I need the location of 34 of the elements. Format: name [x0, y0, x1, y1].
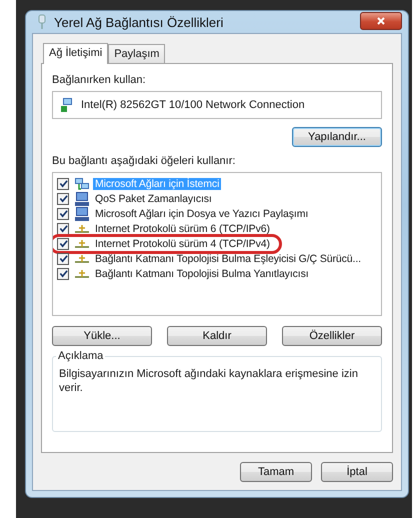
network-client-icon — [74, 176, 90, 192]
checkbox[interactable] — [57, 268, 69, 280]
network-adapter-icon — [59, 97, 75, 113]
close-icon — [376, 16, 386, 26]
list-item[interactable]: Bağlantı Katmanı Topolojisi Bulma Yanıtlayıcısı — [93, 268, 311, 280]
checkbox[interactable] — [57, 208, 69, 220]
tab[interactable]: Ağ İletişimi — [43, 43, 108, 64]
dialog-button[interactable]: İptal — [321, 462, 393, 482]
checkbox[interactable] — [57, 222, 69, 234]
network-icon — [36, 14, 48, 30]
list-item[interactable]: Microsoft Ağları için Dosya ve Yazıcı Paylaşımı — [93, 208, 310, 220]
dialog-button[interactable]: Tamam — [240, 462, 312, 482]
checkbox[interactable] — [57, 252, 69, 264]
action-button[interactable]: Özellikler — [282, 326, 382, 346]
adapter-name: Intel(R) 82562GT 10/100 Network Connection — [81, 99, 305, 111]
list-item[interactable]: Bağlantı Katmanı Topolojisi Bulma Eşleyicisi G/Ç Sürücü... — [93, 252, 363, 264]
action-button[interactable]: Kaldır — [167, 326, 267, 346]
window-title: Yerel Ağ Bağlantısı Özellikleri — [54, 14, 224, 30]
group-label: Açıklama — [56, 350, 106, 362]
close-button[interactable] — [360, 12, 402, 30]
action-button[interactable]: Yükle... — [52, 326, 152, 346]
computer-icon — [74, 206, 90, 222]
description-text: Bilgisayarınızın Microsoft ağındaki kaynaklara erişmesine izin verir. — [59, 367, 359, 395]
checkbox[interactable] — [57, 238, 69, 250]
configure-button[interactable]: Yapılandır... — [292, 127, 382, 147]
checkbox[interactable] — [57, 192, 69, 204]
list-item[interactable]: Internet Protokolü sürüm 6 (TCP/IPv6) — [93, 222, 272, 234]
section-label: Bu bağlantı aşağıdaki öğeleri kullanır: — [52, 155, 236, 167]
list-item[interactable]: Internet Protokolü sürüm 4 (TCP/IPv4) — [93, 238, 272, 250]
section-label: Bağlanırken kullan: — [52, 74, 147, 86]
checkbox[interactable] — [57, 178, 69, 190]
computer-icon — [74, 190, 90, 206]
list-item[interactable]: QoS Paket Zamanlayıcısı — [93, 192, 214, 204]
tab[interactable]: Paylaşım — [108, 44, 166, 63]
